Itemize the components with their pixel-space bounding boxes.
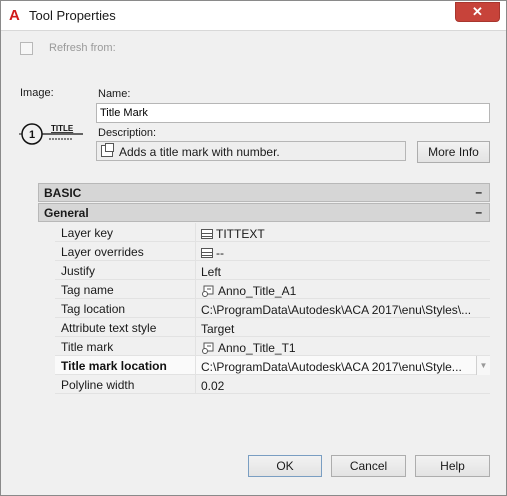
property-row-layer-overrides[interactable]: Layer overrides -- [38, 242, 490, 261]
property-key: Polyline width [61, 378, 135, 392]
preview-title: TITLE [51, 124, 74, 133]
more-info-button[interactable]: More Info [417, 141, 490, 163]
refresh-from-checkbox[interactable] [20, 42, 33, 55]
copy-icon [101, 143, 114, 157]
dropdown-arrow-icon[interactable]: ▼ [476, 356, 490, 375]
window-title: Tool Properties [29, 8, 116, 23]
tool-image-preview[interactable]: 1 TITLE [19, 119, 85, 149]
group-header-basic[interactable]: BASIC – [38, 183, 490, 202]
property-value: TITTEXT [216, 226, 265, 241]
tool-properties-dialog: A Tool Properties ✕ Refresh from: Image:… [0, 0, 507, 496]
property-value: 0.02 [201, 378, 225, 393]
property-key: Layer overrides [61, 245, 144, 259]
property-row-justify[interactable]: Justify Left [38, 261, 490, 280]
property-key: Title mark location [61, 359, 167, 373]
description-field[interactable]: Adds a title mark with number. [96, 141, 406, 161]
property-value: C:\ProgramData\Autodesk\ACA 2017\enu\Sty… [201, 359, 462, 374]
collapse-icon[interactable]: – [475, 205, 482, 219]
tag-icon [202, 342, 214, 354]
property-row-title-mark-location[interactable]: Title mark location C:\ProgramData\Autod… [38, 356, 490, 375]
property-key: Tag name [61, 283, 114, 297]
name-label: Name: [98, 88, 131, 100]
preview-number: 1 [29, 129, 35, 141]
ok-button[interactable]: OK [248, 455, 322, 477]
property-row-layer-key[interactable]: Layer key TITTEXT [38, 223, 490, 242]
property-row-title-mark[interactable]: Title mark Anno_Title_T1 [38, 337, 490, 356]
description-text: Adds a title mark with number. [119, 145, 280, 159]
property-row-tag-name[interactable]: Tag name Anno_Title_A1 [38, 280, 490, 299]
name-input[interactable] [96, 103, 490, 123]
property-value: Anno_Title_A1 [218, 283, 297, 298]
property-row-polyline-width[interactable]: Polyline width 0.02 [38, 375, 490, 394]
property-row-tag-location[interactable]: Tag location C:\ProgramData\Autodesk\ACA… [38, 299, 490, 318]
property-key: Attribute text style [61, 321, 157, 335]
property-key: Justify [61, 264, 96, 278]
property-value: -- [216, 245, 224, 260]
table-icon [201, 247, 213, 258]
property-value: Target [201, 321, 235, 336]
collapse-icon[interactable]: – [475, 185, 482, 199]
property-value: Left [201, 264, 222, 279]
image-label: Image: [20, 87, 54, 99]
property-value: C:\ProgramData\Autodesk\ACA 2017\enu\Sty… [201, 302, 472, 317]
group-label-basic: BASIC [44, 186, 82, 200]
tag-icon [202, 285, 214, 297]
properties-panel: BASIC – General – Layer key TITTEXT Laye… [38, 183, 490, 394]
property-value: Anno_Title_T1 [218, 340, 296, 355]
description-label: Description: [98, 127, 157, 139]
refresh-from-label: Refresh from: [49, 42, 116, 54]
group-label-general: General [44, 206, 89, 220]
title-bar: A Tool Properties ✕ [1, 1, 506, 31]
table-icon [201, 228, 213, 239]
help-button[interactable]: Help [415, 455, 490, 477]
property-row-attribute-text-style[interactable]: Attribute text style Target [38, 318, 490, 337]
autocad-logo-icon: A [9, 7, 20, 24]
property-key: Tag location [61, 302, 126, 316]
cancel-button[interactable]: Cancel [331, 455, 406, 477]
property-key: Layer key [61, 226, 114, 240]
property-key: Title mark [61, 340, 114, 354]
group-header-general[interactable]: General – [38, 203, 490, 222]
close-button[interactable]: ✕ [455, 2, 500, 22]
